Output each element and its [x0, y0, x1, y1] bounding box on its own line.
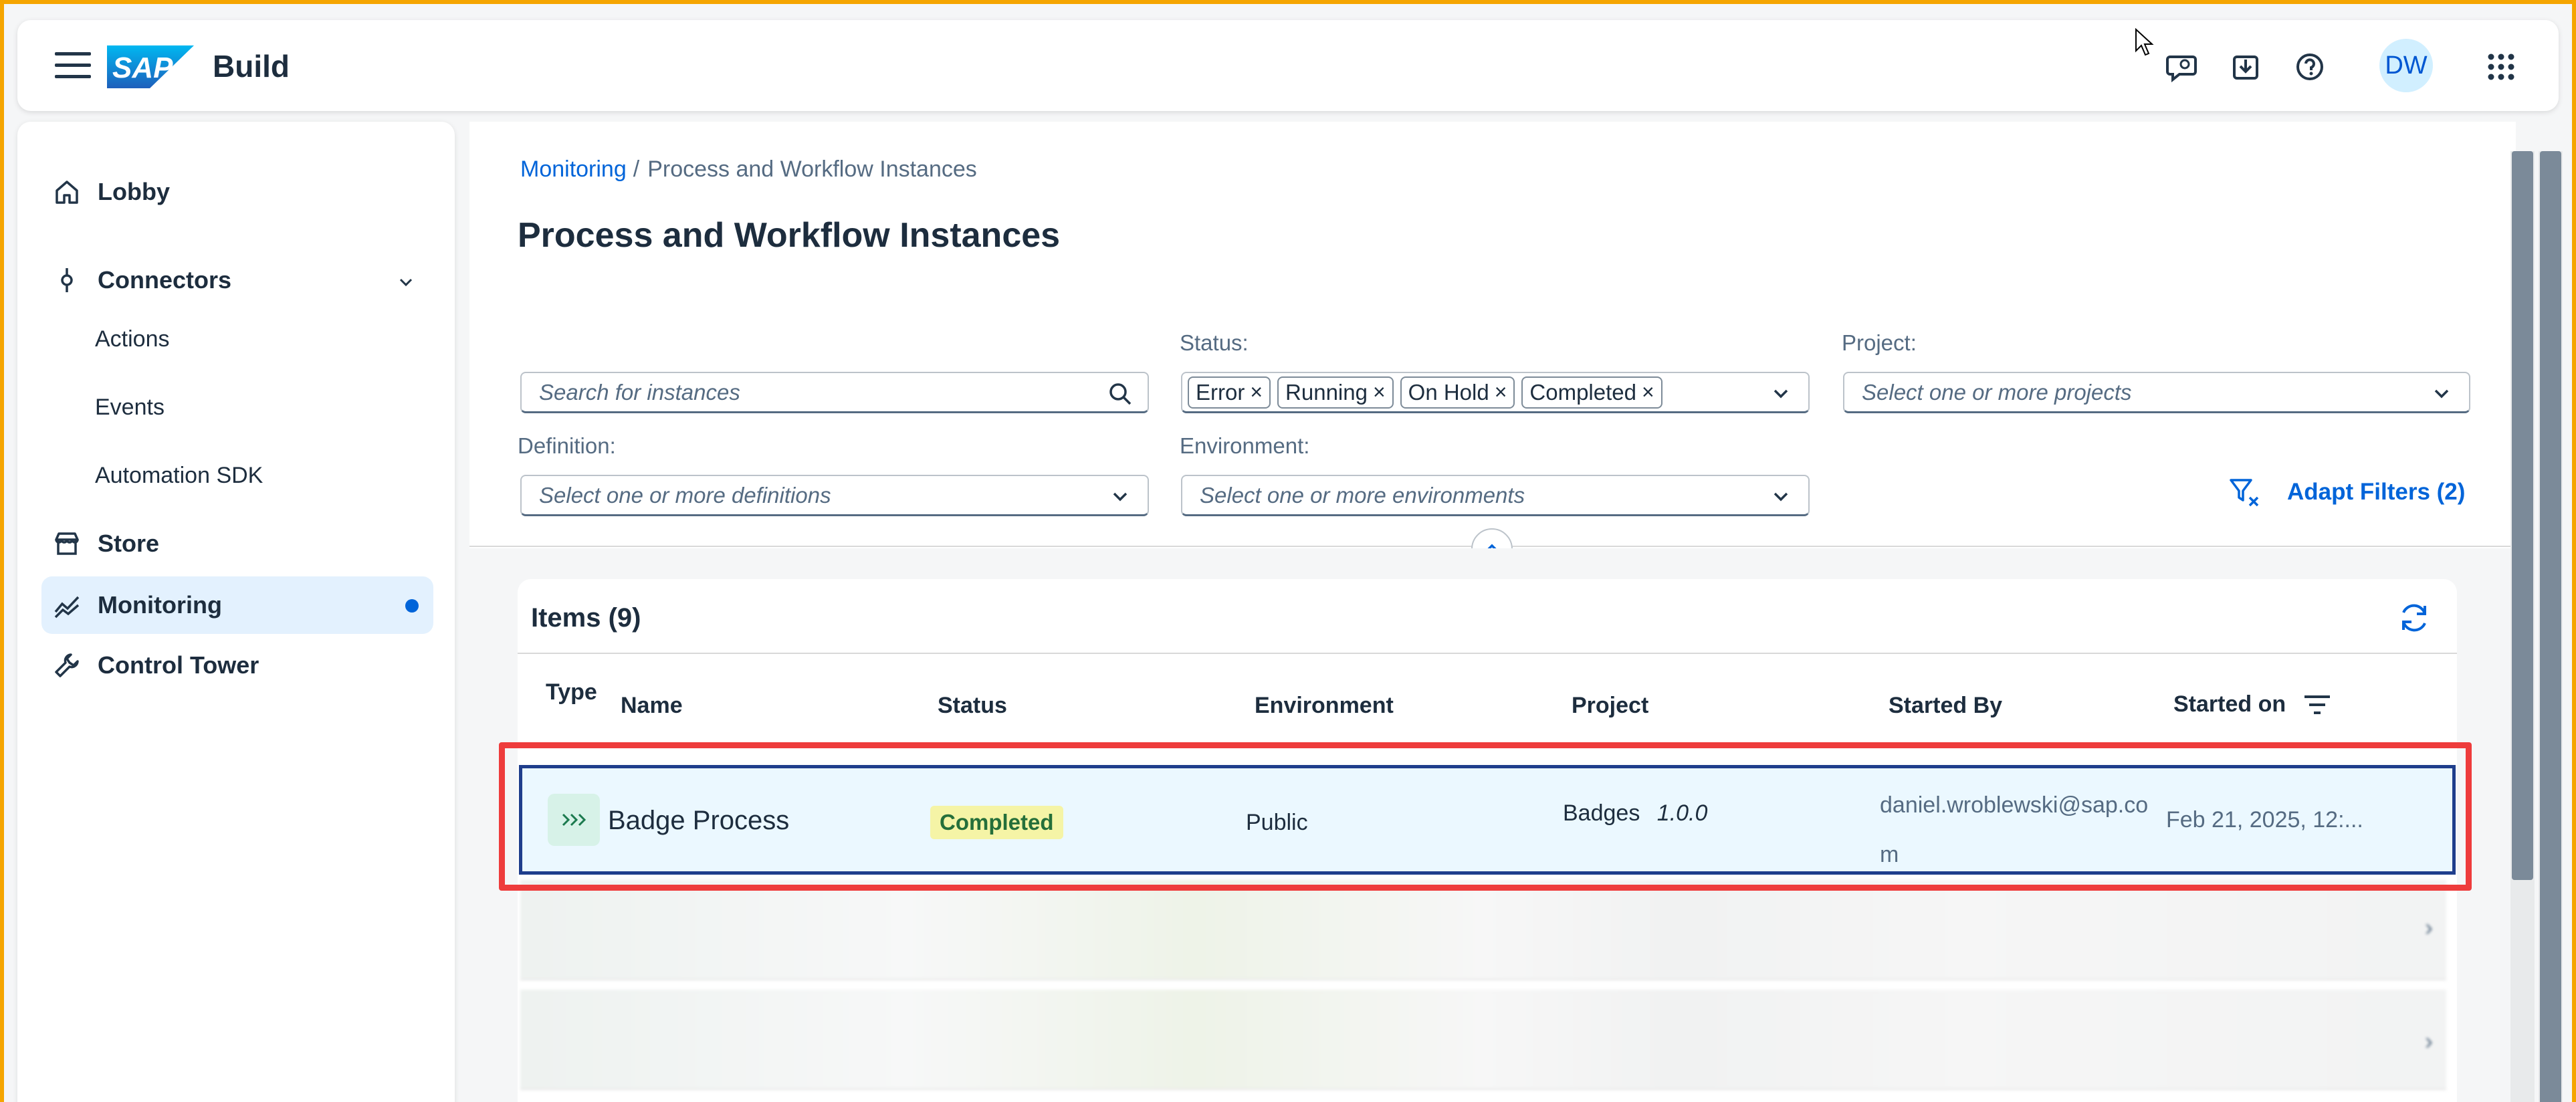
breadcrumb-current: Process and Workflow Instances: [647, 156, 977, 182]
product-name: Build: [213, 49, 290, 84]
row-environment: Public: [1246, 810, 1308, 835]
column-header-started-on[interactable]: Started on: [2173, 691, 2331, 718]
table-row[interactable]: ›: [520, 990, 2446, 1090]
definition-filter-label: Definition:: [518, 433, 616, 458]
table-header: Type Name Status Environment Project Sta…: [518, 653, 2457, 760]
sidebar-item-control-tower[interactable]: Control Tower: [41, 637, 433, 694]
row-project-version: 1.0.0: [1656, 800, 1708, 826]
definition-placeholder: Select one or more definitions: [539, 482, 831, 508]
main-content: Monitoring / Process and Workflow Instance…: [469, 122, 2516, 1102]
project-multiselect[interactable]: Select one or more projects: [1843, 372, 2470, 413]
sidebar-item-actions[interactable]: Actions: [95, 326, 170, 352]
token-remove-icon[interactable]: ×: [1495, 380, 1507, 405]
breadcrumb: Monitoring / Process and Workflow Instance…: [520, 156, 977, 183]
sort-icon: [2303, 693, 2331, 716]
breadcrumb-separator: /: [633, 156, 640, 182]
chevron-down-icon[interactable]: [1768, 484, 1794, 510]
status-multiselect[interactable]: Error × Running × On Hold × Completed ×: [1181, 372, 1810, 413]
chevron-down-icon[interactable]: [1107, 484, 1133, 510]
status-token-completed: Completed ×: [1521, 376, 1662, 409]
product-switch-icon[interactable]: [2484, 49, 2518, 84]
chevron-right-icon: ›: [2425, 913, 2433, 941]
token-remove-icon[interactable]: ×: [1642, 380, 1654, 405]
chevron-right-icon: ›: [2425, 1027, 2433, 1055]
clear-filter-icon: [2228, 476, 2260, 508]
column-header-environment[interactable]: Environment: [1255, 693, 1394, 719]
environment-multiselect[interactable]: Select one or more environments: [1181, 475, 1810, 516]
sidebar-item-label: Connectors: [98, 266, 232, 294]
process-type-icon: [548, 794, 600, 846]
status-token-running: Running ×: [1277, 376, 1394, 409]
sidebar-item-store[interactable]: Store: [41, 515, 433, 572]
sidebar-item-connectors[interactable]: Connectors: [41, 251, 433, 309]
column-header-type[interactable]: Type: [546, 678, 597, 706]
table-area: Items (9) Type Name Status Environment P…: [469, 548, 2516, 1102]
wrench-icon: [51, 649, 83, 681]
sidebar-item-label: Monitoring: [98, 591, 222, 619]
scrollbar-thumb[interactable]: [2540, 151, 2561, 1102]
status-token-error: Error ×: [1188, 376, 1271, 409]
column-header-name[interactable]: Name: [621, 693, 683, 719]
table-row[interactable]: Badge Process Completed Public Badges 1.…: [519, 765, 2456, 875]
adapt-filters-label: Adapt Filters (2): [2287, 479, 2466, 505]
avatar[interactable]: DW: [2379, 39, 2433, 92]
notification-dot: [405, 599, 419, 613]
mouse-cursor-icon: [2135, 28, 2154, 56]
dynamic-page-header: Monitoring / Process and Workflow Instance…: [469, 122, 2516, 570]
search-input[interactable]: Search for instances: [520, 372, 1149, 413]
sidebar-item-label: Store: [98, 530, 160, 557]
sidebar-item-label: Control Tower: [98, 651, 259, 679]
chevron-down-icon[interactable]: [2429, 381, 2454, 407]
monitoring-chart-icon: [51, 589, 83, 621]
row-project: Badges 1.0.0: [1563, 800, 1708, 826]
sidebar-item-automation-sdk[interactable]: Automation SDK: [95, 463, 263, 489]
store-icon: [51, 528, 83, 560]
search-icon[interactable]: [1107, 381, 1133, 407]
shell-bar: SAP Build DW: [17, 20, 2559, 111]
token-remove-icon[interactable]: ×: [1250, 380, 1263, 405]
search-placeholder: Search for instances: [539, 379, 740, 405]
app-frame: SAP Build DW Lobby Connectors Actions Ev…: [4, 4, 2572, 1102]
sap-logo[interactable]: SAP: [107, 45, 194, 88]
scrollbar-thumb[interactable]: [2512, 151, 2533, 880]
connector-icon: [51, 264, 83, 296]
sidebar-item-events[interactable]: Events: [95, 395, 165, 421]
environment-filter-label: Environment:: [1180, 433, 1310, 458]
menu-icon[interactable]: [55, 52, 91, 79]
definition-multiselect[interactable]: Select one or more definitions: [520, 475, 1149, 516]
environment-placeholder: Select one or more environments: [1200, 482, 1525, 508]
adapt-filters-button[interactable]: Adapt Filters (2): [2228, 476, 2465, 508]
sidebar-item-lobby[interactable]: Lobby: [41, 163, 433, 221]
home-icon: [51, 176, 83, 208]
breadcrumb-link-monitoring[interactable]: Monitoring: [520, 156, 627, 182]
status-filter-label: Status:: [1180, 330, 1249, 355]
column-header-started-by[interactable]: Started By: [1889, 693, 2002, 719]
table-title: Items (9): [531, 603, 641, 633]
help-icon[interactable]: [2292, 49, 2327, 84]
status-token-on-hold: On Hold ×: [1400, 376, 1515, 409]
feedback-icon[interactable]: [2164, 49, 2199, 84]
status-badge: Completed: [930, 806, 1063, 839]
chevron-down-icon[interactable]: [396, 270, 416, 298]
chevron-down-icon[interactable]: [1768, 381, 1794, 407]
instances-table: Items (9) Type Name Status Environment P…: [518, 579, 2457, 1102]
side-navigation: Lobby Connectors Actions Events Automati…: [17, 122, 455, 1102]
project-placeholder: Select one or more projects: [1862, 379, 2132, 405]
token-remove-icon[interactable]: ×: [1373, 380, 1386, 405]
inbox-download-icon[interactable]: [2228, 49, 2263, 84]
sidebar-item-monitoring[interactable]: Monitoring: [41, 576, 433, 634]
column-header-status[interactable]: Status: [938, 693, 1007, 719]
page-title: Process and Workflow Instances: [518, 216, 1061, 255]
row-started-on: Feb 21, 2025, 12:...: [2166, 807, 2363, 833]
sidebar-item-label: Lobby: [98, 178, 170, 205]
table-row[interactable]: ›: [520, 880, 2446, 980]
row-name: Badge Process: [608, 806, 790, 835]
svg-text:SAP: SAP: [112, 51, 173, 84]
project-filter-label: Project:: [1842, 330, 1917, 355]
refresh-icon[interactable]: [2395, 599, 2433, 637]
column-header-project[interactable]: Project: [1572, 693, 1648, 719]
row-started-by: daniel.wroblewski@sap.co m: [1880, 792, 2149, 867]
